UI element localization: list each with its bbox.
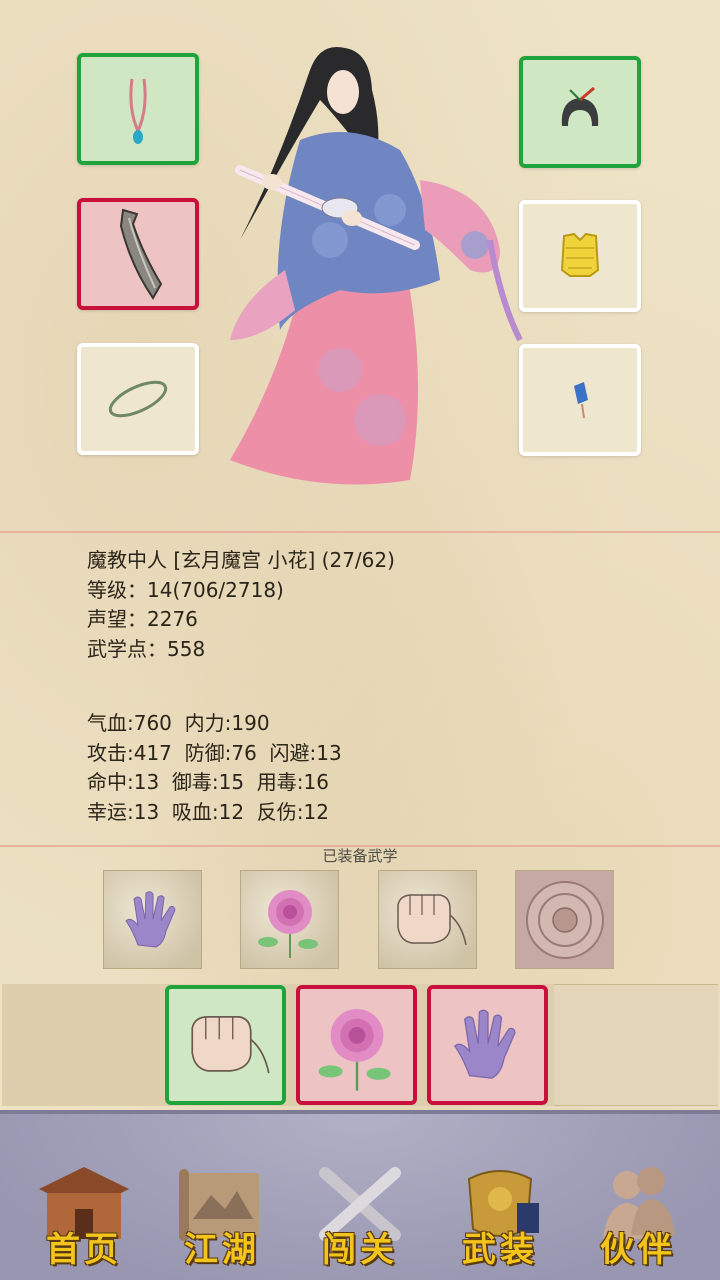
skill-bar-slot-rose[interactable] — [296, 985, 417, 1105]
character-title: 魔教中人 [玄月魔宫 小花] (27/62) — [87, 548, 395, 572]
palm-icon — [124, 890, 176, 948]
rose-icon — [318, 1009, 391, 1091]
nav-challenge[interactable]: 闯关 — [290, 1134, 430, 1274]
nav-armory[interactable]: 武装 — [430, 1134, 570, 1274]
medallion-icon — [525, 880, 604, 959]
equipped-skill-rose[interactable] — [240, 870, 339, 969]
equip-slot-weapon[interactable] — [77, 198, 199, 310]
character-stats: 气血:760 内力:190 攻击:417 防御:76 闪避:13 命中:13 御… — [87, 709, 342, 827]
divider-top — [0, 531, 720, 533]
pendant-icon — [574, 382, 588, 419]
stats-line-1: 气血:760 内力:190 — [87, 711, 270, 735]
equip-slot-headwear[interactable] — [519, 56, 641, 168]
nav-companions[interactable]: 伙伴 — [568, 1134, 708, 1274]
skill-bar-slot-palm[interactable] — [427, 985, 548, 1105]
nav-companions-label: 伙伴 — [600, 1230, 676, 1270]
equip-slot-pendant[interactable] — [519, 344, 641, 456]
stats-line-4: 幸运:13 吸血:12 反伤:12 — [87, 799, 329, 824]
character-level: 等级：14(706/2718) — [87, 577, 284, 602]
equip-slot-armor[interactable] — [519, 200, 641, 312]
stats-line-3: 命中:13 御毒:15 用毒:16 — [87, 770, 329, 794]
stats-line-2: 攻击:417 防御:76 闪避:13 — [87, 740, 342, 765]
nav-jianghu-label: 江湖 — [184, 1230, 260, 1270]
nav-armory-label: 武装 — [462, 1230, 538, 1270]
skill-bar-slot-fist[interactable] — [165, 985, 286, 1105]
equipped-skill-fist[interactable] — [378, 870, 477, 969]
armor-vest-icon — [560, 232, 600, 277]
bottom-nav: 首页 江湖 闯关 武装 伙伴 — [0, 1110, 720, 1280]
equip-slot-necklace[interactable] — [77, 53, 199, 165]
nav-challenge-label: 闯关 — [322, 1230, 398, 1270]
equipped-skill-medallion[interactable] — [515, 870, 614, 969]
rose-icon — [257, 889, 318, 958]
necklace-icon — [129, 78, 147, 144]
nav-home[interactable]: 首页 — [14, 1134, 154, 1274]
equipped-skill-palm[interactable] — [103, 870, 202, 969]
bracelet-icon — [108, 380, 168, 418]
equipped-martial-title: 已装备武学 — [322, 847, 398, 865]
character-reputation: 声望：2276 — [87, 607, 198, 631]
equip-slot-bracelet[interactable] — [77, 343, 199, 455]
palm-icon — [453, 1009, 516, 1079]
fist-icon — [190, 1016, 270, 1074]
headwear-icon — [561, 86, 599, 126]
character-martial-points: 武学点：558 — [87, 636, 206, 661]
nav-home-label: 首页 — [46, 1230, 122, 1270]
character-info: 魔教中人 [玄月魔宫 小花] (27/62) 等级：14(706/2718) 声… — [87, 546, 395, 664]
fist-icon — [396, 893, 467, 945]
nav-jianghu[interactable]: 江湖 — [152, 1134, 292, 1274]
character-portrait — [230, 46, 523, 485]
weapon-blade-icon — [119, 208, 163, 300]
